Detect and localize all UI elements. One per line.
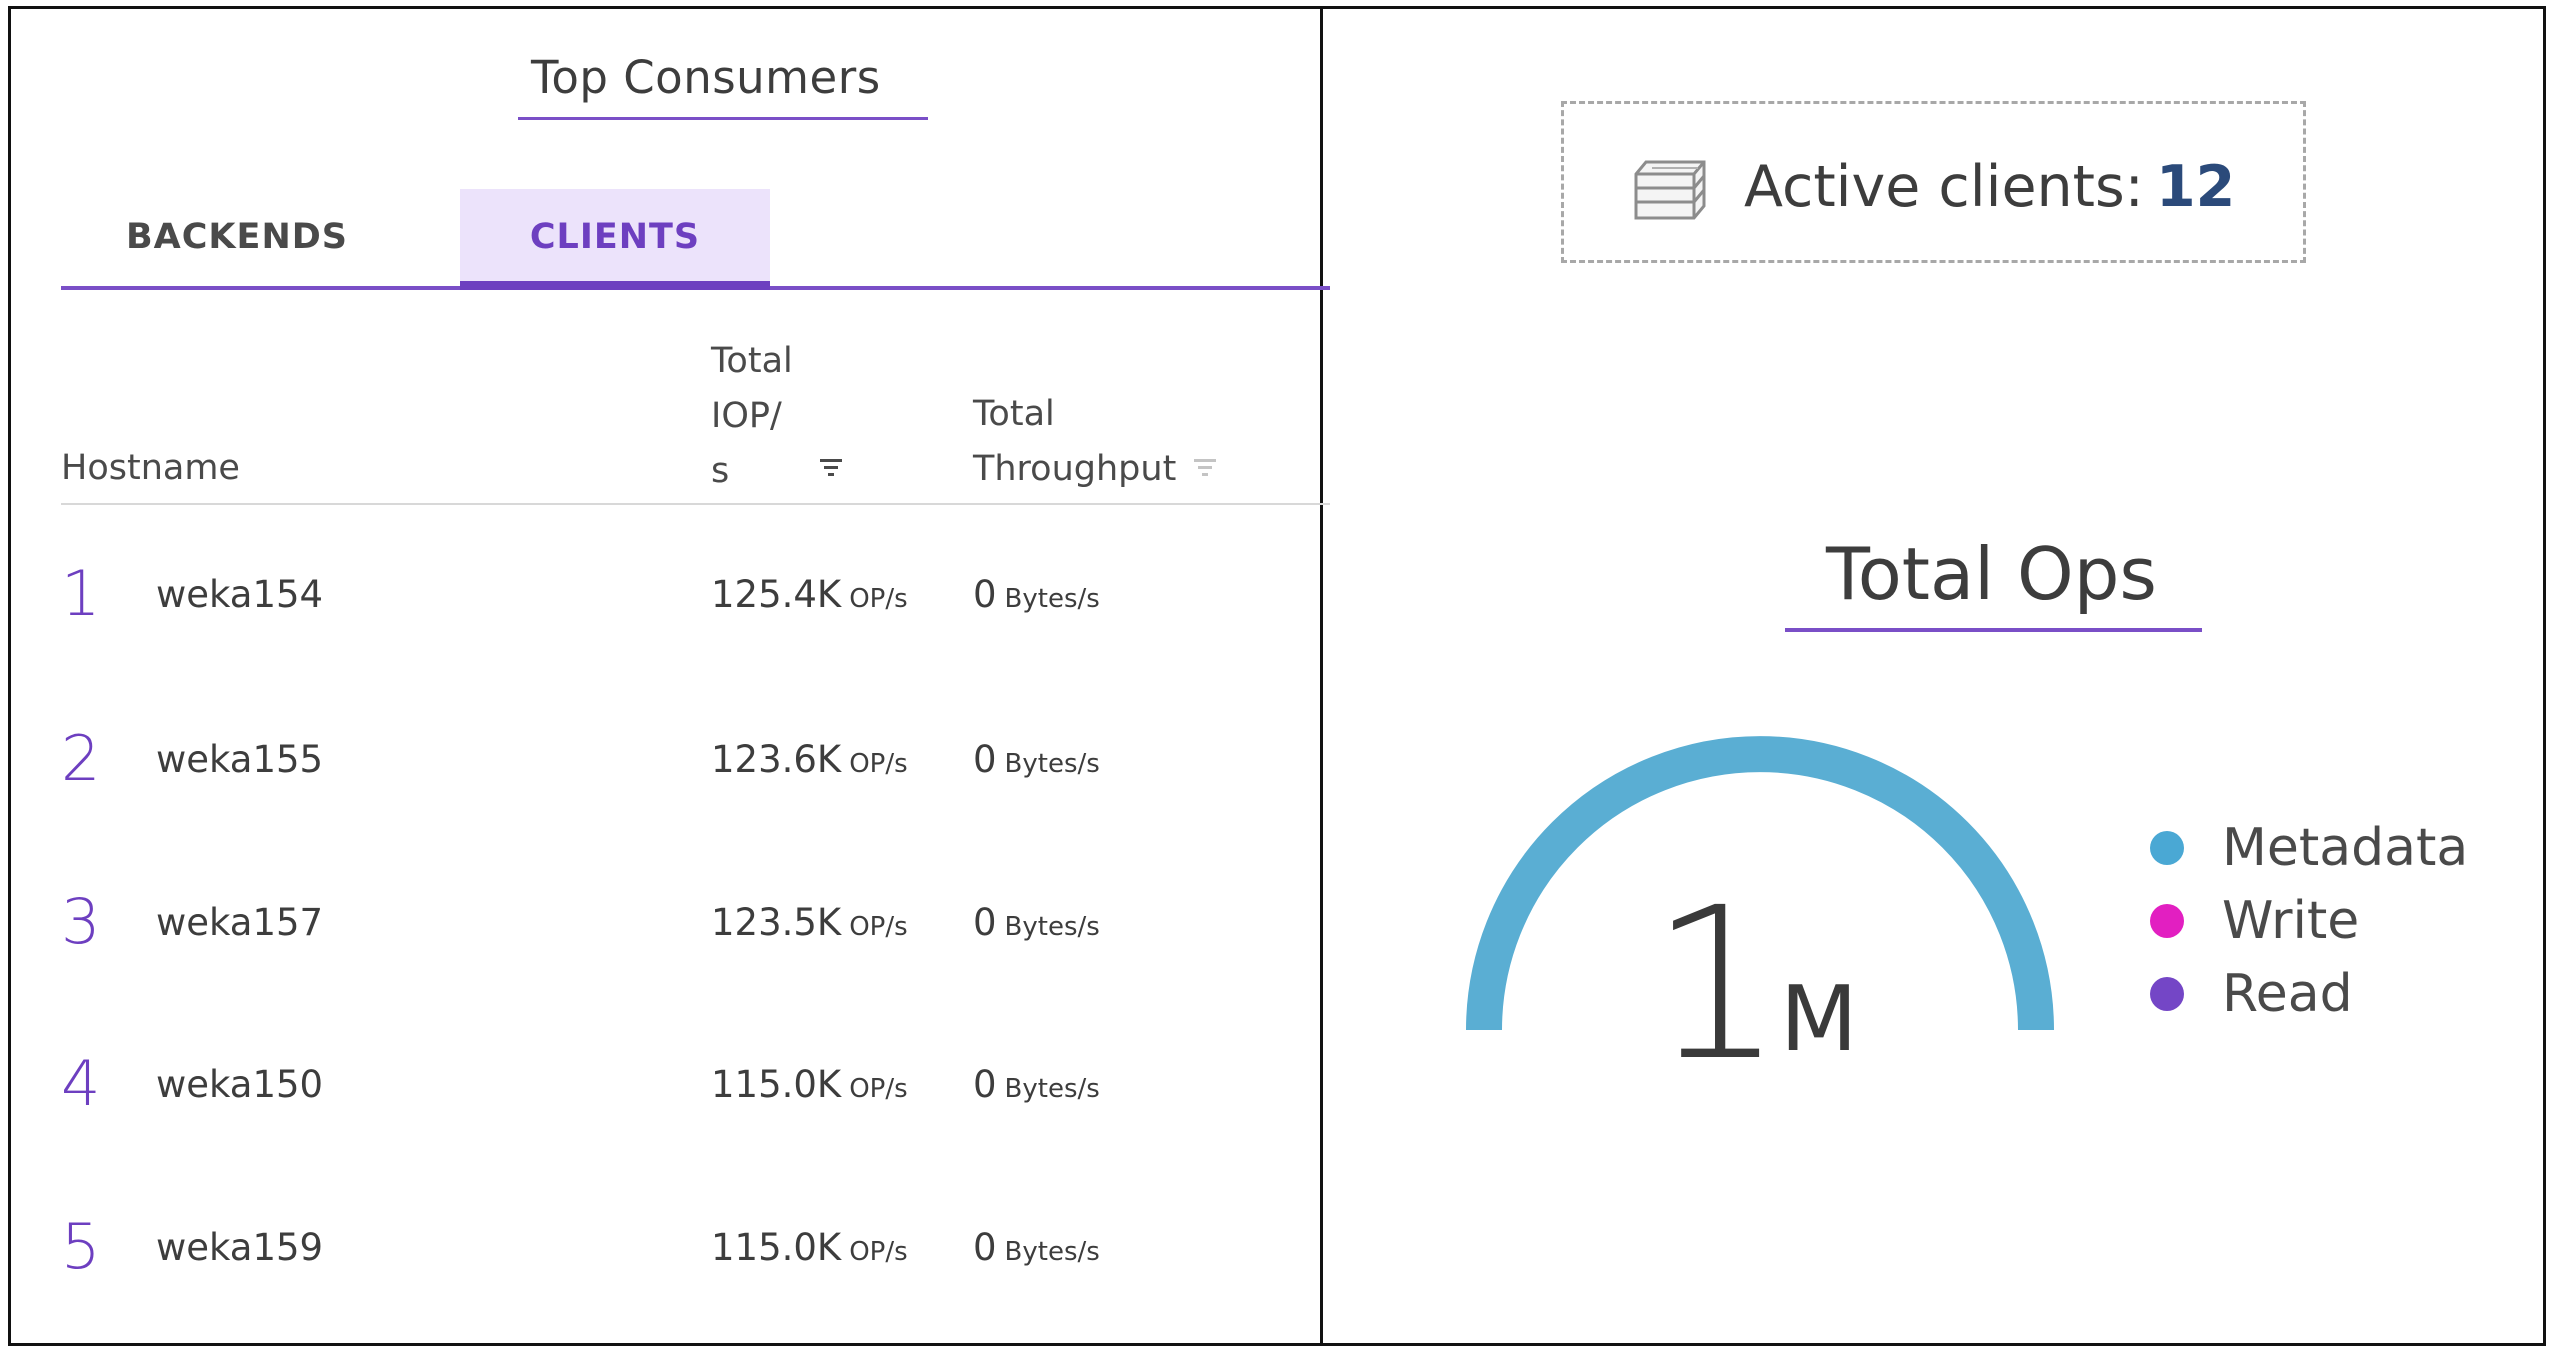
throughput-unit: Bytes/s — [1004, 1237, 1100, 1267]
row-iops: 115.0K OP/s — [711, 1226, 908, 1269]
iops-unit: OP/s — [849, 912, 908, 942]
legend-dot-write — [2150, 904, 2184, 938]
iops-value: 123.5K — [711, 901, 842, 944]
row-hostname: weka155 — [156, 738, 324, 781]
row-iops: 123.5K OP/s — [711, 901, 908, 944]
iops-value: 115.0K — [711, 1226, 842, 1269]
row-throughput: 0 Bytes/s — [973, 573, 1100, 616]
table-row[interactable]: 2 weka155 123.6K OP/s 0 Bytes/s — [61, 722, 1330, 882]
legend-label: Metadata — [2222, 818, 2469, 878]
table-header-divider — [61, 503, 1330, 505]
row-hostname: weka150 — [156, 1063, 324, 1106]
table-row[interactable]: 1 weka154 125.4K OP/s 0 Bytes/s — [61, 557, 1330, 717]
iops-unit: OP/s — [849, 1074, 908, 1104]
row-rank: 1 — [61, 557, 101, 630]
legend-item-write[interactable]: Write — [2150, 891, 2359, 951]
throughput-value: 0 — [973, 1226, 997, 1269]
row-rank: 5 — [61, 1210, 101, 1283]
throughput-unit: Bytes/s — [1004, 912, 1100, 942]
legend-item-metadata[interactable]: Metadata — [2150, 818, 2468, 878]
row-throughput: 0 Bytes/s — [973, 738, 1100, 781]
total-ops-underline — [1785, 628, 2202, 632]
table-row[interactable]: 5 weka159 115.0K OP/s 0 Bytes/s — [61, 1210, 1330, 1370]
active-clients-card[interactable]: Active clients: 12 — [1561, 101, 2306, 263]
throughput-value: 0 — [973, 573, 997, 616]
iops-header-line1: Total — [711, 341, 793, 381]
row-rank: 3 — [61, 885, 101, 958]
row-throughput: 0 Bytes/s — [973, 1226, 1100, 1269]
top-consumers-title: Top Consumers — [531, 51, 881, 104]
iops-value: 115.0K — [711, 1063, 842, 1106]
throughput-unit: Bytes/s — [1004, 584, 1100, 614]
column-header-total-iops[interactable]: Total IOP/ s — [711, 334, 793, 499]
row-iops: 123.6K OP/s — [711, 738, 908, 781]
iops-value: 125.4K — [711, 573, 842, 616]
iops-unit: OP/s — [849, 584, 908, 614]
legend-label: Read — [2222, 964, 2353, 1024]
throughput-header-line2: Throughput — [973, 449, 1177, 489]
iops-unit: OP/s — [849, 1237, 908, 1267]
row-hostname: weka159 — [156, 1226, 324, 1269]
legend-dot-metadata — [2150, 831, 2184, 865]
row-hostname: weka154 — [156, 573, 324, 616]
throughput-unit: Bytes/s — [1004, 1074, 1100, 1104]
column-header-total-throughput[interactable]: Total Throughput — [973, 387, 1176, 497]
active-tab-indicator — [460, 281, 770, 290]
legend-label: Write — [2222, 891, 2360, 951]
throughput-header-line1: Total — [973, 394, 1055, 434]
iops-unit: OP/s — [849, 749, 908, 779]
row-iops: 125.4K OP/s — [711, 573, 908, 616]
iops-value: 123.6K — [711, 738, 842, 781]
throughput-unit: Bytes/s — [1004, 749, 1100, 779]
row-iops: 115.0K OP/s — [711, 1063, 908, 1106]
legend-dot-read — [2150, 977, 2184, 1011]
servers-stack-icon — [1634, 160, 1706, 220]
sort-filter-icon[interactable] — [819, 457, 843, 483]
total-ops-unit: M — [1780, 967, 1858, 1072]
tab-clients[interactable]: CLIENTS — [460, 189, 770, 285]
row-hostname: weka157 — [156, 901, 324, 944]
row-throughput: 0 Bytes/s — [973, 1063, 1100, 1106]
table-row[interactable]: 4 weka150 115.0K OP/s 0 Bytes/s — [61, 1047, 1330, 1207]
throughput-value: 0 — [973, 738, 997, 781]
active-clients-label: Active clients: — [1744, 154, 2144, 220]
tab-backends[interactable]: BACKENDS — [61, 189, 413, 285]
row-rank: 4 — [61, 1047, 101, 1120]
legend-item-read[interactable]: Read — [2150, 964, 2353, 1024]
throughput-value: 0 — [973, 1063, 997, 1106]
consumer-tabs: BACKENDS CLIENTS — [61, 189, 1330, 292]
column-header-hostname[interactable]: Hostname — [61, 441, 240, 496]
iops-header-line3: s — [711, 451, 730, 491]
title-underline — [518, 117, 928, 120]
top-consumers-panel: Top Consumers BACKENDS CLIENTS Hostname … — [11, 9, 1330, 1343]
row-throughput: 0 Bytes/s — [973, 901, 1100, 944]
throughput-value: 0 — [973, 901, 997, 944]
total-ops-value: 1 — [1650, 862, 1784, 1107]
active-clients-count: 12 — [2156, 154, 2236, 220]
iops-header-line2: IOP/ — [711, 396, 782, 436]
total-ops-title: Total Ops — [1826, 532, 2157, 616]
sort-filter-icon[interactable] — [1193, 457, 1217, 483]
row-rank: 2 — [61, 722, 101, 795]
table-row[interactable]: 3 weka157 123.5K OP/s 0 Bytes/s — [61, 885, 1330, 1045]
